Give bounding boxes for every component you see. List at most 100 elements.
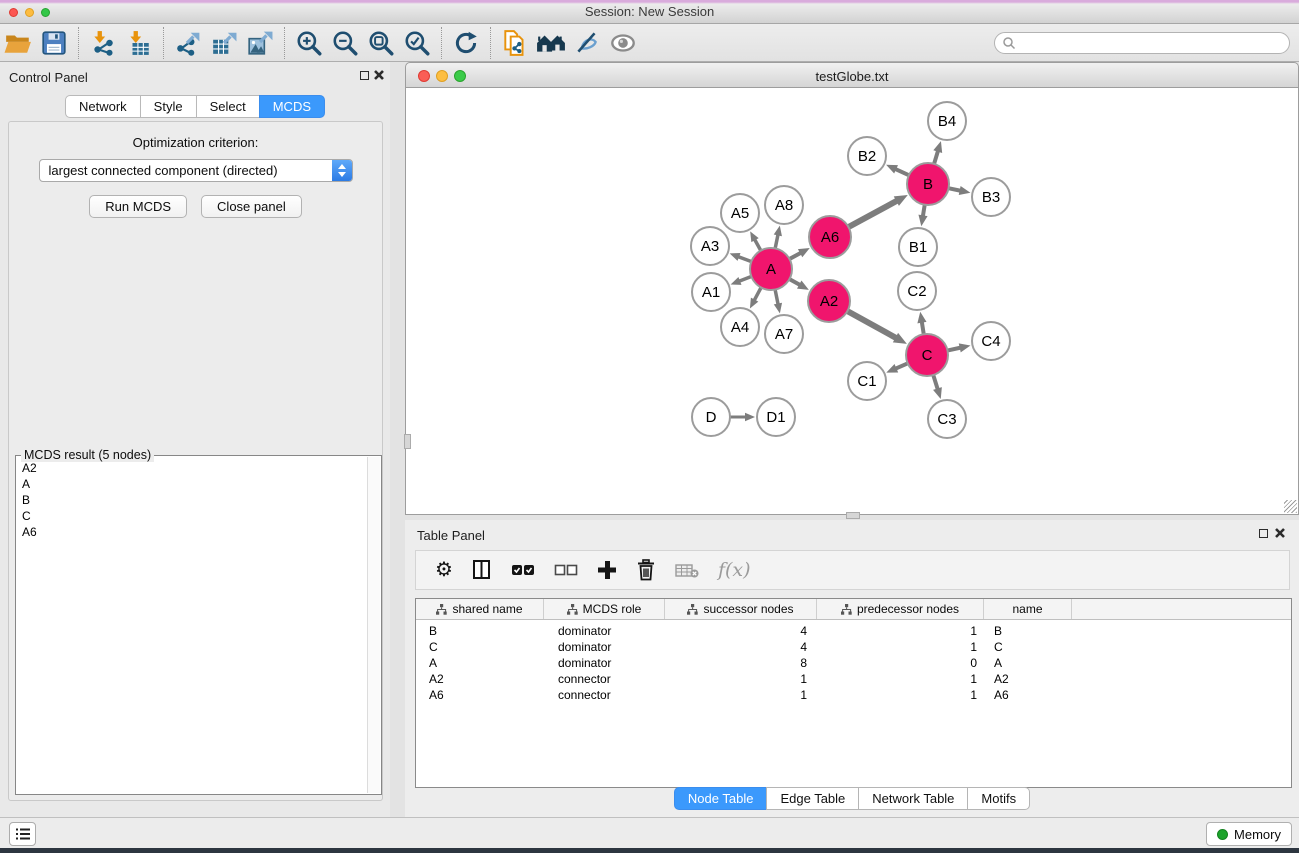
list-item[interactable]: A	[17, 476, 366, 492]
table-options-button[interactable]: ⚙	[435, 560, 453, 580]
graph-node-label: B2	[858, 148, 876, 165]
graph-edge[interactable]	[847, 201, 898, 228]
graph-node-label: B1	[909, 239, 927, 256]
import-table-button[interactable]	[121, 26, 157, 60]
function-builder-button[interactable]: f(x)	[718, 559, 751, 581]
control-panel-title: Control Panel	[9, 70, 88, 85]
toolbar-separator	[441, 27, 442, 59]
table-cell: connector	[544, 688, 665, 702]
zoom-selected-button[interactable]	[399, 26, 435, 60]
edge-arrowhead-icon	[918, 215, 927, 227]
main-toolbar	[0, 24, 1299, 62]
open-folder-icon	[4, 30, 32, 56]
column-header-successor-nodes[interactable]: successor nodes	[665, 599, 817, 619]
export-image-icon	[247, 30, 273, 56]
search-input[interactable]	[1016, 34, 1289, 52]
list-item[interactable]: A6	[17, 524, 366, 540]
eye-icon	[608, 30, 638, 56]
tab-network-table[interactable]: Network Table	[858, 787, 968, 810]
result-scrollbar[interactable]	[367, 457, 380, 793]
close-panel-button[interactable]: Close panel	[201, 195, 302, 218]
tab-style[interactable]: Style	[140, 95, 197, 118]
graph-node-label: A7	[775, 326, 793, 343]
delete-columns-button[interactable]	[636, 559, 656, 581]
table-row[interactable]: Adominator80A	[416, 655, 1291, 671]
table-row[interactable]: Cdominator41C	[416, 639, 1291, 655]
show-graphics-details-button[interactable]	[605, 26, 641, 60]
column-header-mcds-role[interactable]: MCDS role	[544, 599, 665, 619]
list-item[interactable]: C	[17, 508, 366, 524]
export-image-button[interactable]	[242, 26, 278, 60]
unselect-all-columns-button[interactable]	[554, 563, 578, 577]
open-session-button[interactable]	[0, 26, 36, 60]
zoom-out-button[interactable]	[327, 26, 363, 60]
tab-mcds[interactable]: MCDS	[259, 95, 325, 118]
optimization-criterion-label: Optimization criterion:	[9, 135, 382, 150]
table-toolbar: ⚙	[415, 550, 1290, 590]
network-canvas[interactable]: B4B2BB3A8A5A6A3B1AC2A1A2A4A7C4CC1DD1C3	[406, 88, 1298, 515]
splitter-handle-horizontal[interactable]	[846, 512, 860, 519]
tab-select[interactable]: Select	[196, 95, 260, 118]
tab-network[interactable]: Network	[65, 95, 141, 118]
table-cell: A	[416, 656, 544, 670]
export-network-button[interactable]	[170, 26, 206, 60]
mcds-result-list: A2ABCA6	[17, 460, 366, 793]
edge-arrowhead-icon	[917, 312, 926, 324]
home-icon	[536, 30, 566, 56]
table-cell: C	[984, 640, 1072, 654]
search-field[interactable]	[994, 32, 1290, 54]
home-button[interactable]	[533, 26, 569, 60]
resize-grip[interactable]	[1284, 500, 1297, 513]
graph-node-label: A5	[731, 205, 749, 222]
graph-edge[interactable]	[846, 310, 897, 338]
table-cell: B	[984, 624, 1072, 638]
delete-table-button[interactable]	[675, 562, 699, 578]
dropdown-spinner-icon	[332, 160, 352, 181]
status-bar: Memory	[0, 817, 1299, 848]
control-panel-header: Control Panel	[0, 62, 390, 90]
zoom-fit-button[interactable]	[363, 26, 399, 60]
save-session-button[interactable]	[36, 26, 72, 60]
float-panel-icon[interactable]	[1259, 529, 1268, 538]
table-row[interactable]: A2connector11A2	[416, 671, 1291, 687]
column-label: predecessor nodes	[857, 602, 959, 616]
memory-button[interactable]: Memory	[1206, 822, 1292, 846]
list-item[interactable]: B	[17, 492, 366, 508]
close-panel-icon[interactable]	[1274, 527, 1286, 539]
import-network-button[interactable]	[85, 26, 121, 60]
criterion-dropdown[interactable]: largest connected component (directed)	[39, 159, 353, 182]
table-row[interactable]: Bdominator41B	[416, 623, 1291, 639]
column-header-name[interactable]: name	[984, 599, 1072, 619]
create-column-button[interactable]	[597, 560, 617, 580]
column-header-predecessor-nodes[interactable]: predecessor nodes	[817, 599, 984, 619]
show-column-button[interactable]	[472, 560, 492, 580]
refresh-button[interactable]	[448, 26, 484, 60]
list-item[interactable]: A2	[17, 460, 366, 476]
edge-arrowhead-icon	[959, 343, 971, 352]
tab-edge-table[interactable]: Edge Table	[766, 787, 859, 810]
graph-node-label: A3	[701, 238, 719, 255]
select-all-columns-button[interactable]	[511, 563, 535, 577]
zoom-selected-icon	[403, 29, 431, 57]
graph-node-label: A2	[820, 293, 838, 310]
node-table: shared name MCDS role successor nodes	[415, 598, 1292, 788]
run-mcds-button[interactable]: Run MCDS	[89, 195, 187, 218]
zoom-in-button[interactable]	[291, 26, 327, 60]
float-panel-icon[interactable]	[360, 71, 369, 80]
graph-node-label: A4	[731, 319, 749, 336]
column-header-shared-name[interactable]: shared name	[416, 599, 544, 619]
toolbar-separator	[163, 27, 164, 59]
network-window-titlebar[interactable]: testGlobe.txt	[405, 62, 1299, 88]
close-panel-icon[interactable]	[373, 69, 385, 81]
duplicate-network-icon	[501, 29, 529, 57]
hide-annotations-button[interactable]	[569, 26, 605, 60]
export-table-button[interactable]	[206, 26, 242, 60]
splitter-handle-vertical[interactable]	[404, 434, 411, 449]
task-history-button[interactable]	[9, 822, 36, 846]
tab-node-table[interactable]: Node Table	[674, 787, 768, 810]
table-row[interactable]: A6connector11A6	[416, 687, 1291, 703]
table-cell: dominator	[544, 640, 665, 654]
toolbar-separator	[284, 27, 285, 59]
duplicate-network-button[interactable]	[497, 26, 533, 60]
tab-motifs[interactable]: Motifs	[967, 787, 1030, 810]
